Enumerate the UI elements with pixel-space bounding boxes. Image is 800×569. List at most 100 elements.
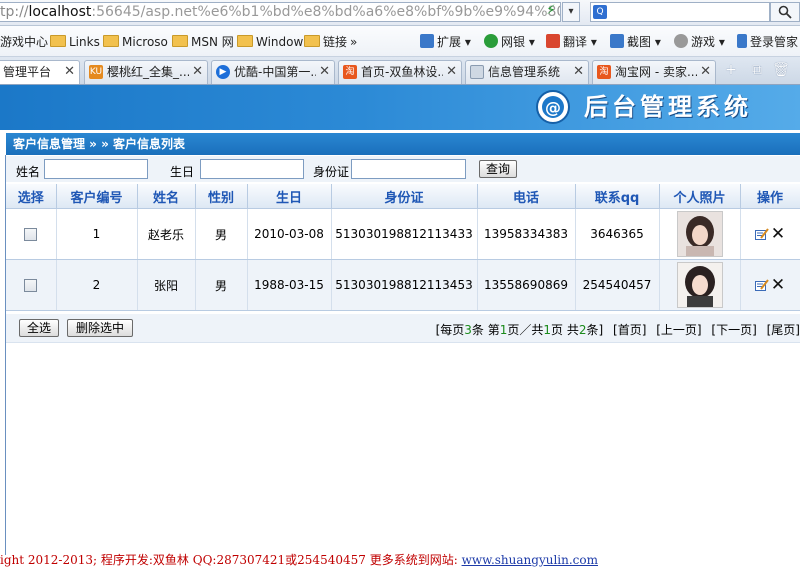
photo-cell <box>659 208 741 260</box>
header-select[interactable]: 选择 <box>6 184 57 209</box>
edit-icon[interactable] <box>754 228 769 240</box>
customer-photo[interactable] <box>676 211 723 257</box>
favorite-links[interactable]: Links <box>50 34 100 50</box>
header-actions[interactable]: 操作 <box>740 184 800 209</box>
tab-admin-platform[interactable]: 管理平台 ✕ <box>0 60 80 84</box>
website-link[interactable]: www.shuangyulin.com <box>462 553 598 567</box>
tool-translate[interactable]: 翻译 ▾ <box>546 34 597 50</box>
address-input[interactable]: tp://localhost:56645/asp.net%e6%b1%bd%e8… <box>0 2 561 22</box>
idcard-cell: 513030198812113453 <box>331 259 478 311</box>
tool-extension[interactable]: 扩展 ▾ <box>420 34 471 50</box>
close-icon[interactable]: ✕ <box>192 61 203 83</box>
pager-text: 页／共 <box>507 323 544 337</box>
favorites-overflow-button[interactable]: » <box>350 34 357 50</box>
tab-info-management[interactable]: 信息管理系统 ✕ <box>465 60 589 84</box>
tab-strip: 管理平台 ✕ KU 樱桃红_全集_... ✕ ▶ 优酷-中国第一... ✕ 淘 … <box>0 57 800 85</box>
address-bar-row: tp://localhost:56645/asp.net%e6%b1%bd%e8… <box>0 0 800 26</box>
gamepad-icon <box>674 34 688 48</box>
header-idcard[interactable]: 身份证 <box>331 184 478 209</box>
header-qq[interactable]: 联系qq <box>575 184 660 209</box>
search-submit-button[interactable]: 查询 <box>479 160 517 178</box>
favorite-game-center[interactable]: 游戏中心 <box>0 34 48 50</box>
favorite-msn[interactable]: MSN 网 <box>172 34 234 50</box>
page-icon <box>470 65 484 79</box>
search-button[interactable] <box>770 2 800 22</box>
tab-taobao-seller[interactable]: 淘 淘宝网 - 卖家... ✕ <box>592 60 716 84</box>
copyright-footer: ight 2012-2013; 程序开发:双鱼林 QQ:287307421或25… <box>0 552 800 568</box>
favorite-label: MSN 网 <box>191 35 234 49</box>
header-gender[interactable]: 性别 <box>195 184 248 209</box>
header-customer-id[interactable]: 客户编号 <box>56 184 138 209</box>
header-name[interactable]: 姓名 <box>137 184 196 209</box>
delete-icon[interactable]: ✕ <box>771 275 785 295</box>
tab-cherry-red[interactable]: KU 樱桃红_全集_... ✕ <box>84 60 208 84</box>
favorite-microsoft[interactable]: Microso <box>103 34 168 50</box>
close-icon[interactable]: ✕ <box>64 61 75 83</box>
tab-title: 淘宝网 - 卖家... <box>615 65 697 79</box>
lightning-icon[interactable]: ⚡ <box>543 3 559 19</box>
tab-shuangyulin-home[interactable]: 淘 首页-双鱼林设... ✕ <box>338 60 462 84</box>
trash-icon[interactable]: 🗑 <box>772 60 790 80</box>
gender-cell: 男 <box>195 208 248 260</box>
favorite-links-cn[interactable]: 链接 <box>304 34 347 50</box>
address-dropdown-button[interactable]: ▾ <box>562 2 580 22</box>
birthday-label: 生日 <box>170 165 195 179</box>
tab-youku[interactable]: ▶ 优酷-中国第一... ✕ <box>211 60 335 84</box>
svg-text:@: @ <box>545 98 561 117</box>
pager-text: [每页 <box>435 323 465 337</box>
tab-title: 信息管理系统 <box>488 65 561 79</box>
new-tab-icon[interactable]: + <box>722 60 740 80</box>
name-input[interactable] <box>44 159 148 179</box>
tool-login-manager[interactable]: 登录管家 <box>737 34 798 50</box>
pager-first-link[interactable]: [首页] <box>613 323 646 337</box>
close-icon[interactable]: ✕ <box>446 61 457 83</box>
tool-games[interactable]: 游戏 ▾ <box>674 34 725 50</box>
pager-next-link[interactable]: [下一页] <box>711 323 756 337</box>
select-all-button[interactable]: 全选 <box>19 319 59 337</box>
gender-cell: 男 <box>195 259 248 311</box>
header-photo[interactable]: 个人照片 <box>659 184 741 209</box>
tool-label: 网银 <box>501 35 526 49</box>
close-icon[interactable]: ✕ <box>319 61 330 83</box>
edit-icon[interactable] <box>754 279 769 291</box>
tool-label: 截图 <box>627 35 652 49</box>
folder-icon <box>172 35 188 47</box>
favorites-bar: 游戏中心 Links Microso MSN 网 Window 链接 » 扩展 … <box>0 26 800 57</box>
pager-prev-link[interactable]: [上一页] <box>656 323 701 337</box>
copyright-text: ight 2012-2013; 程序开发:双鱼林 QQ:287307421或25… <box>0 553 462 567</box>
ku-icon: KU <box>89 65 103 79</box>
name-cell: 赵老乐 <box>137 208 196 260</box>
pager-text: 条] <box>586 323 604 337</box>
row-checkbox[interactable] <box>24 228 38 241</box>
breadcrumb: 客户信息管理 » » 客户信息列表 <box>6 133 800 155</box>
row-checkbox[interactable] <box>24 279 38 292</box>
idcard-input[interactable] <box>351 159 466 179</box>
folder-icon <box>237 35 253 47</box>
header-birthday[interactable]: 生日 <box>247 184 332 209</box>
tool-netbank[interactable]: 网银 ▾ <box>484 34 535 50</box>
pager-total-records: 2 <box>578 323 587 337</box>
search-input[interactable]: Q <box>590 2 770 22</box>
search-engine-icon[interactable]: Q <box>593 5 607 19</box>
pager-last-link[interactable]: [尾页] <box>767 323 800 337</box>
idcard-cell: 513030198812113433 <box>331 208 478 260</box>
restore-tab-icon[interactable]: ⧉ <box>748 60 766 80</box>
header-phone[interactable]: 电话 <box>477 184 576 209</box>
tool-label: 扩展 <box>437 35 462 49</box>
close-icon[interactable]: ✕ <box>573 61 584 83</box>
pager-total-pages: 1 <box>543 323 552 337</box>
table-header-row: 选择 客户编号 姓名 性别 生日 身份证 电话 联系qq 个人照片 操作 <box>6 184 800 209</box>
tab-title: 优酷-中国第一... <box>234 65 316 79</box>
tool-label: 登录管家 <box>750 35 799 49</box>
folder-icon <box>103 35 119 47</box>
birthday-input[interactable] <box>200 159 304 179</box>
taobao-icon: 淘 <box>343 65 357 79</box>
delete-icon[interactable]: ✕ <box>771 224 785 244</box>
favorite-windows[interactable]: Window <box>237 34 303 50</box>
birthday-cell: 1988-03-15 <box>247 259 332 311</box>
customer-photo[interactable] <box>676 262 723 308</box>
close-icon[interactable]: ✕ <box>700 61 711 83</box>
tool-screenshot[interactable]: 截图 ▾ <box>610 34 661 50</box>
delete-selected-button[interactable]: 删除选中 <box>67 319 133 337</box>
name-label: 姓名 <box>16 165 41 179</box>
